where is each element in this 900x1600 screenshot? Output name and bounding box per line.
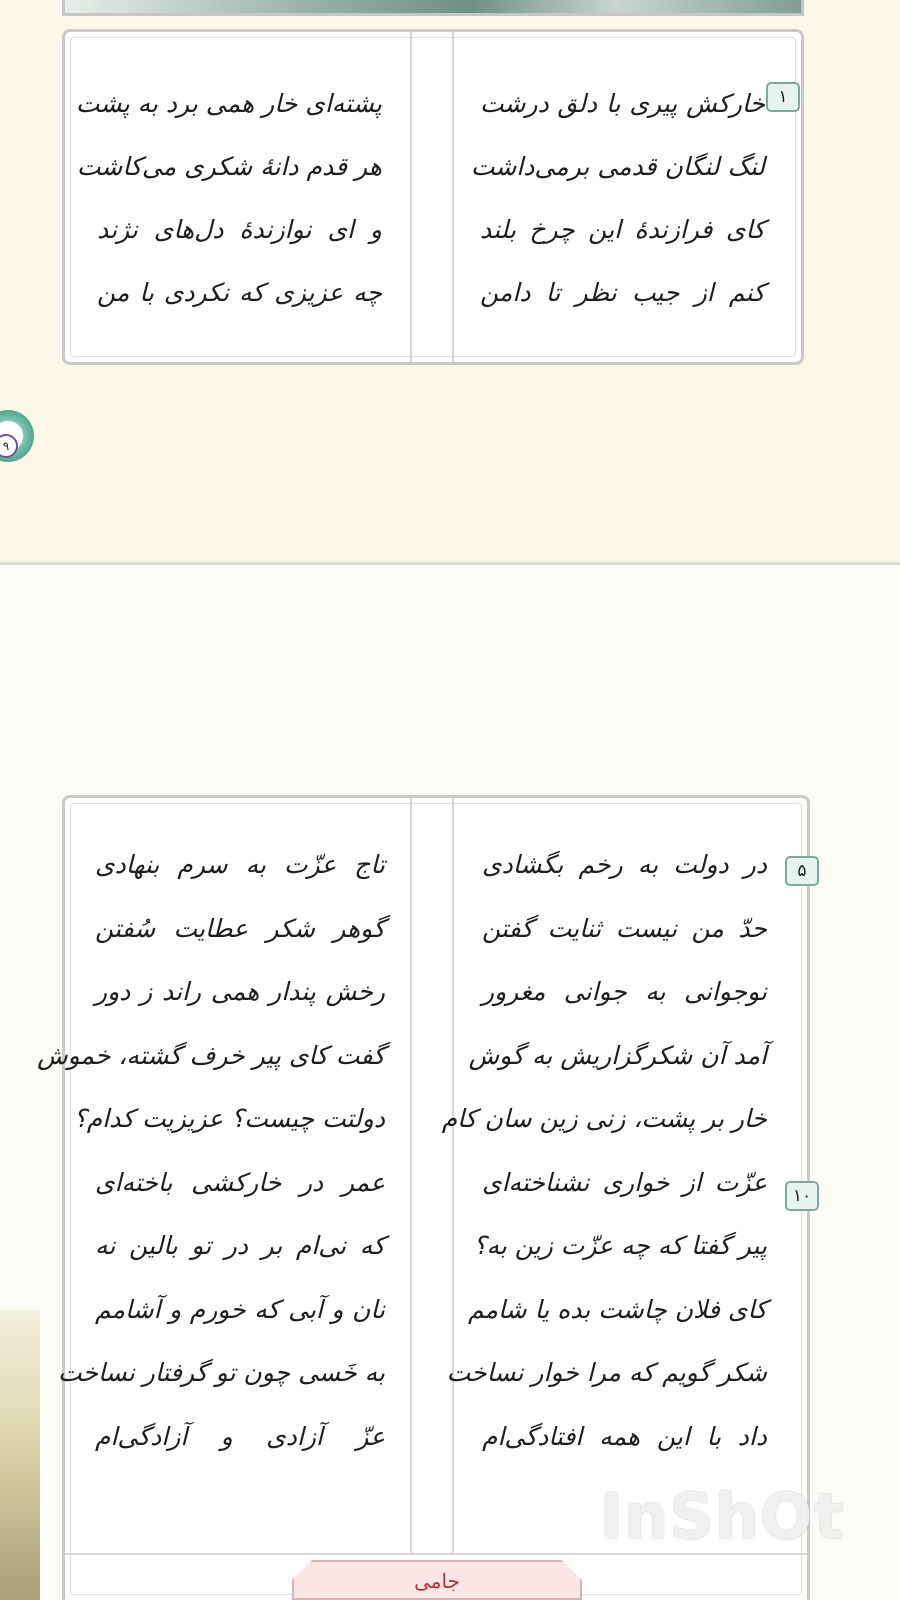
poem-stanza-1: خارکش پیری با دلق درشت لنگ لنگان قدمی بر…: [62, 29, 804, 365]
verse-line: و ای نوازندهٔ دل‌های نژند: [97, 215, 382, 244]
verse-line: در دولت به رخم بگشادی: [482, 850, 767, 879]
verse-line: رخش پندار همی راند ز دور: [95, 977, 385, 1006]
verse-line: خار بر پشت، زنی زین سان کام: [441, 1104, 767, 1133]
verse-line: پشته‌ای خار همی برد به پشت: [75, 89, 382, 118]
hemistich-column-right: در دولت به رخم بگشادی حدّ من نیست ثنایت …: [441, 833, 767, 1468]
column-divider: [410, 32, 454, 362]
illustration-strip: [62, 0, 804, 16]
verse-number-badge: ۱۰: [785, 1181, 819, 1211]
hemistich-column-left: پشته‌ای خار همی برد به پشت هر قدم دانهٔ …: [75, 72, 382, 324]
verse-line: هر قدم دانهٔ شکری می‌کاشت: [76, 152, 382, 181]
verse-line: نان و آبی که خورم و آشامم: [95, 1294, 385, 1324]
verse-line: خارکش پیری با دلق درشت: [480, 89, 765, 118]
verse-line: شکر گویم که مرا خوار نساخت: [446, 1358, 767, 1387]
verse-line: عمر در خارکشی باخته‌ای: [95, 1167, 385, 1197]
verse-line: کنم از جیب نظر تا دامن: [480, 278, 765, 307]
upper-textbook-page: خارکش پیری با دلق درشت لنگ لنگان قدمی بر…: [0, 0, 900, 565]
verse-line: گوهر شکر عطایت سُفتن: [95, 913, 385, 943]
verse-line: به خَسی چون تو گرفتار نساخت: [57, 1358, 385, 1387]
verse-line: عزّت از خواری نشناخته‌ای: [482, 1167, 767, 1197]
verse-number-badge: ۵: [785, 856, 819, 886]
verse-line: حدّ من نیست ثنایت گفتن: [482, 913, 767, 943]
verse-line: عزّ آزادی و آزادگی‌ام: [95, 1421, 385, 1451]
verse-line: کای فرازندهٔ این چرخ بلند: [480, 215, 765, 244]
verse-line: لنگ لنگان قدمی برمی‌داشت: [470, 152, 765, 181]
verse-line: آمد آن شکرگزاریش به گوش: [468, 1040, 767, 1070]
hemistich-column-left: تاج عزّت به سرم بنهادی گوهر شکر عطایت سُ…: [37, 833, 385, 1468]
verse-number-badge: ۱: [766, 82, 800, 112]
author-name: جامی: [292, 1560, 582, 1600]
verse-line: دولتت چیست؟ عزیزیت کدام؟: [73, 1104, 385, 1133]
verse-line: تاج عزّت به سرم بنهادی: [95, 850, 385, 879]
verse-line: نوجوانی به جوانی مغرور: [482, 977, 767, 1006]
column-divider: [410, 798, 454, 1555]
side-illustration: [0, 1310, 40, 1600]
verse-line: گفت کای پیر خرف گشته، خموش: [37, 1040, 385, 1070]
page-number-ornament: ۹: [0, 410, 34, 462]
verse-line: که نی‌ام بر در تو بالین نه: [95, 1231, 385, 1260]
verse-line: کای فلان چاشت بده یا شامم: [468, 1294, 767, 1324]
hemistich-column-right: خارکش پیری با دلق درشت لنگ لنگان قدمی بر…: [470, 72, 765, 324]
app-watermark: InShOt: [600, 1480, 845, 1553]
verse-line: داد با این همه افتادگی‌ام: [482, 1421, 767, 1451]
verse-line: پیر گفتا که چه عزّت زین به؟: [473, 1231, 767, 1260]
verse-line: چه عزیزی که نکردی با من: [97, 278, 382, 307]
